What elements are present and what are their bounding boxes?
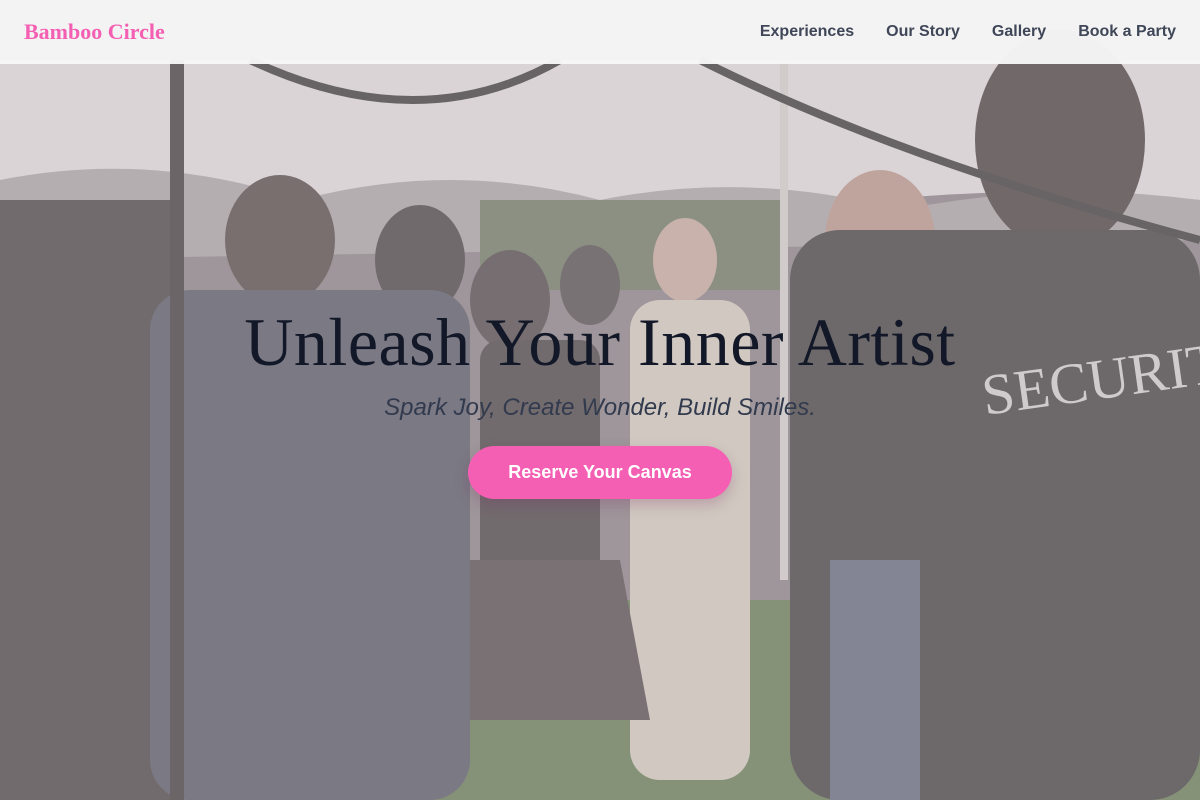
hero-title: Unleash Your Inner Artist	[244, 304, 956, 380]
top-navbar: Bamboo Circle Experiences Our Story Gall…	[0, 0, 1200, 64]
hero-section: Unleash Your Inner Artist Spark Joy, Cre…	[0, 300, 1200, 499]
nav-link-gallery[interactable]: Gallery	[992, 23, 1046, 41]
nav-link-our-story[interactable]: Our Story	[886, 23, 960, 41]
nav-link-experiences[interactable]: Experiences	[760, 23, 854, 41]
reserve-canvas-button[interactable]: Reserve Your Canvas	[468, 446, 732, 499]
nav-links: Experiences Our Story Gallery Book a Par…	[760, 23, 1176, 41]
hero-subtitle: Spark Joy, Create Wonder, Build Smiles.	[384, 394, 816, 421]
nav-link-book-a-party[interactable]: Book a Party	[1078, 23, 1176, 41]
brand-logo[interactable]: Bamboo Circle	[24, 19, 165, 45]
